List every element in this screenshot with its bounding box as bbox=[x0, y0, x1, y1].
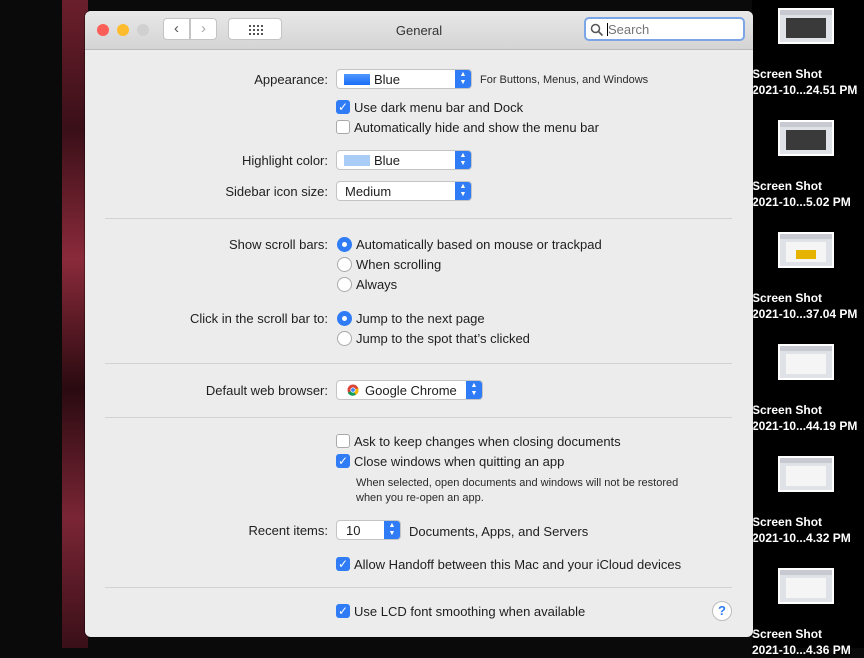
appearance-popup[interactable]: Blue ▲ ▼ bbox=[336, 69, 472, 89]
popup-arrows-icon: ▲ ▼ bbox=[455, 151, 471, 169]
appearance-value: Blue bbox=[374, 72, 401, 87]
ask-keep-changes-label[interactable]: Ask to keep changes when closing documen… bbox=[354, 434, 621, 449]
browser-popup[interactable]: Google Chrome ▲ ▼ bbox=[336, 380, 483, 400]
screenshot-thumbnail[interactable] bbox=[778, 456, 834, 492]
screenshot-thumbnail[interactable] bbox=[778, 344, 834, 380]
close-windows-checkbox[interactable]: ✓ bbox=[336, 454, 350, 468]
scroll-bars-scrolling-label[interactable]: When scrolling bbox=[356, 257, 441, 272]
system-preferences-window: ‹ › General Appearance: Blue ▲▼ For bbox=[85, 11, 753, 637]
search-input[interactable] bbox=[608, 21, 736, 37]
click-scroll-spot-label[interactable]: Jump to the spot that’s clicked bbox=[356, 331, 530, 346]
sidebar-size-value: Medium bbox=[345, 184, 392, 199]
sidebar-size-label: Sidebar icon size: bbox=[225, 184, 328, 199]
click-scroll-next-page-radio[interactable] bbox=[337, 311, 352, 326]
scroll-bars-label: Show scroll bars: bbox=[229, 237, 328, 252]
desktop-icon-label[interactable]: Screen Shot bbox=[752, 178, 864, 194]
desktop-icon-label[interactable]: 2021-10...24.51 PM bbox=[752, 82, 864, 98]
scroll-bars-always-label[interactable]: Always bbox=[356, 277, 397, 292]
popup-arrows-icon: ▲ ▼ bbox=[384, 521, 400, 539]
desktop-icon-label[interactable]: Screen Shot bbox=[752, 402, 864, 418]
help-icon: ? bbox=[718, 603, 726, 618]
autohide-menu-checkbox[interactable] bbox=[336, 120, 350, 134]
browser-label: Default web browser: bbox=[205, 383, 328, 398]
desktop-icon-label[interactable]: 2021-10...37.04 PM bbox=[752, 306, 864, 322]
divider bbox=[105, 587, 732, 588]
search-field[interactable] bbox=[584, 17, 745, 41]
handoff-checkbox[interactable]: ✓ bbox=[336, 557, 350, 571]
ask-keep-changes-checkbox[interactable] bbox=[336, 434, 350, 448]
checkmark-icon: ✓ bbox=[337, 454, 349, 468]
highlight-label: Highlight color: bbox=[242, 153, 328, 168]
screenshot-thumbnail[interactable] bbox=[778, 232, 834, 268]
desktop-icon-label[interactable]: Screen Shot bbox=[752, 514, 864, 530]
recent-items-suffix: Documents, Apps, and Servers bbox=[409, 524, 589, 539]
chrome-icon bbox=[347, 384, 359, 396]
recent-items-popup[interactable]: 10 ▲ ▼ bbox=[336, 520, 401, 540]
desktop-icon-label[interactable]: Screen Shot bbox=[752, 626, 864, 642]
desktop-icon-label[interactable]: Screen Shot bbox=[752, 66, 864, 82]
highlight-popup[interactable]: Blue ▲ ▼ bbox=[336, 150, 472, 170]
autohide-menu-label[interactable]: Automatically hide and show the menu bar bbox=[354, 120, 599, 135]
lcd-smoothing-label[interactable]: Use LCD font smoothing when available bbox=[354, 604, 585, 619]
click-scroll-spot-radio[interactable] bbox=[337, 331, 352, 346]
scroll-bars-auto-radio[interactable] bbox=[337, 237, 352, 252]
click-scroll-label: Click in the scroll bar to: bbox=[190, 311, 328, 326]
dark-menu-label[interactable]: Use dark menu bar and Dock bbox=[354, 100, 523, 115]
desktop-icon-label[interactable]: 2021-10...44.19 PM bbox=[752, 418, 864, 434]
popup-arrows-icon: ▲ ▼ bbox=[455, 182, 471, 200]
recent-items-label: Recent items: bbox=[248, 523, 328, 538]
checkmark-icon: ✓ bbox=[337, 100, 349, 114]
checkmark-icon: ✓ bbox=[337, 557, 349, 571]
popup-arrows-icon: ▲ ▼ bbox=[455, 70, 471, 88]
divider bbox=[105, 417, 732, 418]
browser-value: Google Chrome bbox=[365, 383, 457, 398]
divider bbox=[105, 218, 732, 219]
scroll-bars-auto-label[interactable]: Automatically based on mouse or trackpad bbox=[356, 237, 602, 252]
checkmark-icon: ✓ bbox=[337, 604, 349, 618]
handoff-label[interactable]: Allow Handoff between this Mac and your … bbox=[354, 557, 681, 572]
search-icon bbox=[590, 23, 604, 37]
help-button[interactable]: ? bbox=[712, 601, 732, 621]
click-scroll-next-page-label[interactable]: Jump to the next page bbox=[356, 311, 485, 326]
popup-arrows-icon: ▲ ▼ bbox=[466, 381, 482, 399]
scroll-bars-always-radio[interactable] bbox=[337, 277, 352, 292]
screenshot-thumbnail[interactable] bbox=[778, 568, 834, 604]
appearance-hint: For Buttons, Menus, and Windows bbox=[480, 74, 649, 86]
close-windows-label[interactable]: Close windows when quitting an app bbox=[354, 454, 564, 469]
title-bar: ‹ › General bbox=[85, 11, 753, 50]
color-swatch bbox=[344, 155, 370, 166]
desktop-icon-label[interactable]: 2021-10...4.32 PM bbox=[752, 530, 864, 546]
highlight-value: Blue bbox=[374, 153, 401, 168]
desktop-icon-label[interactable]: 2021-10...5.02 PM bbox=[752, 194, 864, 210]
desktop-icon-label[interactable]: Screen Shot bbox=[752, 290, 864, 306]
close-windows-note: When selected, open documents and window… bbox=[356, 477, 679, 489]
color-swatch bbox=[344, 74, 370, 85]
desktop-icon-label[interactable]: 2021-10...4.36 PM bbox=[752, 642, 864, 658]
screenshot-thumbnail[interactable] bbox=[778, 120, 834, 156]
scroll-bars-scrolling-radio[interactable] bbox=[337, 257, 352, 272]
sidebar-size-popup[interactable]: Medium ▲ ▼ bbox=[336, 181, 472, 201]
close-windows-note: when you re-open an app. bbox=[356, 492, 484, 504]
appearance-label: Appearance: bbox=[254, 72, 328, 87]
divider bbox=[105, 363, 732, 364]
recent-items-value: 10 bbox=[346, 523, 361, 538]
lcd-smoothing-checkbox[interactable]: ✓ bbox=[336, 604, 350, 618]
screenshot-thumbnail[interactable] bbox=[778, 8, 834, 44]
dark-menu-checkbox[interactable]: ✓ bbox=[336, 100, 350, 114]
